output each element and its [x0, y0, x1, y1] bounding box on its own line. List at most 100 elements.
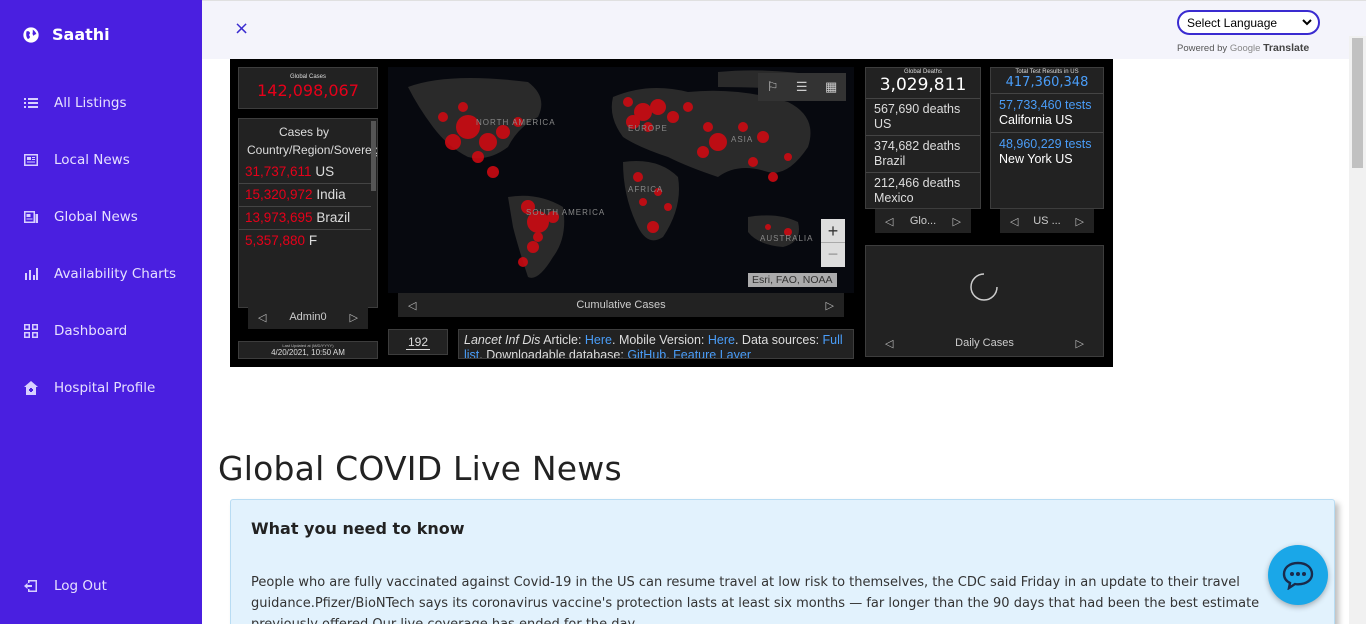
chevron-right-icon[interactable]: ▷ — [826, 299, 834, 312]
sidebar-item-label: Dashboard — [54, 323, 128, 339]
sidebar-item-all-listings[interactable]: All Listings — [24, 95, 127, 111]
zoom-controls: + − — [821, 219, 845, 267]
list-item[interactable]: 13,973,695 Brazil — [239, 207, 371, 230]
chevron-right-icon[interactable]: ▷ — [350, 311, 358, 324]
map-label: EUROPE — [628, 124, 668, 133]
cases-by-country-panel: Cases by Country/Region/Sovereignty 31,7… — [238, 118, 378, 308]
list-item[interactable]: 48,960,229 tests New York US — [991, 133, 1103, 171]
zoom-in-button[interactable]: + — [821, 219, 845, 243]
map-label: SOUTH AMERICA — [526, 208, 605, 217]
count-badge[interactable]: 192 — [388, 329, 448, 355]
legend-icon[interactable]: ☰ — [796, 79, 808, 95]
chevron-right-icon[interactable]: ▷ — [1076, 215, 1084, 228]
sidebar-item-dashboard[interactable]: Dashboard — [24, 323, 127, 339]
globe-icon — [23, 26, 39, 43]
news-icon — [24, 211, 38, 223]
map-label: AUSTRALIA — [760, 234, 813, 243]
brand-name: Saathi — [52, 25, 110, 44]
global-deaths-panel: Global Deaths 3,029,811 567,690 deaths US… — [865, 67, 981, 209]
daily-tab-label: Daily Cases — [955, 337, 1014, 349]
sidebar-item-label: All Listings — [54, 95, 127, 111]
basemap-icon[interactable]: ▦ — [825, 79, 837, 95]
feature-layer-link[interactable]: Feature Layer — [673, 348, 751, 358]
global-deaths-value: 3,029,811 — [866, 75, 980, 99]
chevron-left-icon[interactable]: ◁ — [408, 299, 416, 312]
chevron-left-icon[interactable]: ◁ — [885, 337, 893, 350]
admin-tab-bar: ◁ Admin0 ▷ — [248, 305, 368, 329]
map-toolbar: ⚐ ☰ ▦ — [758, 73, 846, 101]
list-item[interactable]: 374,682 deaths Brazil — [866, 136, 980, 173]
covid-dashboard: Global Cases 142,098,067 Cases by Countr… — [230, 59, 1113, 367]
list-item[interactable]: 212,466 deaths Mexico — [866, 173, 980, 208]
global-cases-value: 142,098,067 — [257, 81, 359, 100]
sidebar-item-local-news[interactable]: Local News — [24, 152, 130, 168]
deaths-tab-bar: ◁ Glo... ▷ — [875, 209, 971, 233]
sidebar: Saathi All Listings Local News Global Ne… — [0, 0, 202, 624]
bar-chart-icon — [25, 268, 38, 280]
logout-button[interactable]: Log Out — [24, 578, 107, 594]
zoom-out-button[interactable]: − — [821, 243, 845, 267]
card-title: What you need to know — [251, 519, 465, 538]
close-icon[interactable]: × — [234, 18, 249, 39]
github-link[interactable]: GitHub — [627, 348, 666, 358]
sources-panel: Lancet Inf Dis Article: Here. Mobile Ver… — [458, 329, 854, 359]
tests-tab-label: US ... — [1033, 215, 1061, 227]
powered-by-text: Powered by — [1177, 43, 1228, 54]
sidebar-item-label: Hospital Profile — [54, 380, 156, 396]
list-icon — [24, 98, 38, 108]
list-item[interactable]: 31,737,611 US — [239, 161, 371, 184]
list-item[interactable]: 5,357,880 F — [239, 230, 371, 252]
daily-tab-bar: ◁ Daily Cases ▷ — [875, 331, 1094, 355]
list-item[interactable]: 567,690 deaths US — [866, 99, 980, 136]
sidebar-item-hospital-profile[interactable]: Hospital Profile — [24, 380, 155, 396]
map-label: ASIA — [731, 135, 753, 144]
map-tab-label: Cumulative Cases — [576, 299, 666, 311]
sidebar-item-global-news[interactable]: Global News — [24, 209, 138, 225]
chevron-left-icon[interactable]: ◁ — [885, 215, 893, 228]
scrollbar-thumb[interactable] — [1352, 38, 1363, 168]
chevron-left-icon[interactable]: ◁ — [258, 311, 266, 324]
bookmark-icon[interactable]: ⚐ — [767, 79, 779, 95]
cases-by-country-title: Cases by Country/Region/Sovereignty — [247, 125, 377, 157]
list-item[interactable]: 15,320,972 India — [239, 184, 371, 207]
language-select[interactable]: Select Language — [1177, 10, 1320, 35]
deaths-tab-label: Glo... — [909, 215, 937, 227]
global-cases-panel: Global Cases 142,098,067 — [238, 67, 378, 109]
journal-name: Lancet Inf Dis — [464, 333, 541, 347]
chevron-left-icon[interactable]: ◁ — [1010, 215, 1018, 228]
language-select-value: Select Language — [1187, 15, 1278, 30]
top-bar: × Select Language Powered by Google Tran… — [202, 0, 1366, 59]
mobile-link[interactable]: Here — [708, 333, 735, 347]
map-label: AFRICA — [628, 185, 663, 194]
admin-tab-label: Admin0 — [289, 311, 327, 323]
sidebar-item-label: Global News — [54, 209, 138, 225]
translate-link[interactable]: Translate — [1263, 42, 1309, 54]
last-updated-value: 4/20/2021, 10:50 AM — [271, 348, 345, 357]
brand[interactable]: Saathi — [22, 25, 110, 44]
tests-tab-bar: ◁ US ... ▷ — [1000, 209, 1094, 233]
sidebar-item-label: Availability Charts — [54, 266, 177, 282]
count-badge-value: 192 — [405, 335, 431, 350]
chevron-right-icon[interactable]: ▷ — [1076, 337, 1084, 350]
list-item[interactable]: 57,733,460 tests California US — [991, 94, 1103, 133]
newspaper-icon — [24, 154, 38, 166]
powered-by: Powered by Google Translate — [1177, 42, 1309, 54]
global-cases-label: Global Cases — [289, 74, 327, 80]
article-link[interactable]: Here — [585, 333, 612, 347]
logout-icon — [24, 580, 37, 592]
scrollbar-thumb[interactable] — [371, 121, 376, 191]
map-tab-bar: ◁ Cumulative Cases ▷ — [398, 293, 844, 317]
card-text: People who are fully vaccinated against … — [251, 575, 1260, 624]
chevron-right-icon[interactable]: ▷ — [953, 215, 961, 228]
world-map[interactable]: NORTH AMERICA EUROPE ASIA AFRICA SOUTH A… — [388, 67, 854, 293]
map-attribution: Esri, FAO, NOAA — [748, 273, 837, 287]
last-updated-panel: Last Updated at (M/D/YYYY) 4/20/2021, 10… — [238, 341, 378, 359]
chat-icon — [1282, 561, 1314, 590]
google-logo[interactable]: Google — [1230, 43, 1261, 54]
us-tests-value: 417,360,348 — [991, 75, 1103, 94]
page-scrollbar[interactable] — [1349, 36, 1366, 624]
sidebar-item-availability-charts[interactable]: Availability Charts — [24, 266, 176, 282]
page-title: Global COVID Live News — [218, 449, 622, 488]
dashboard-icon — [24, 324, 38, 338]
chat-button[interactable] — [1268, 545, 1328, 605]
